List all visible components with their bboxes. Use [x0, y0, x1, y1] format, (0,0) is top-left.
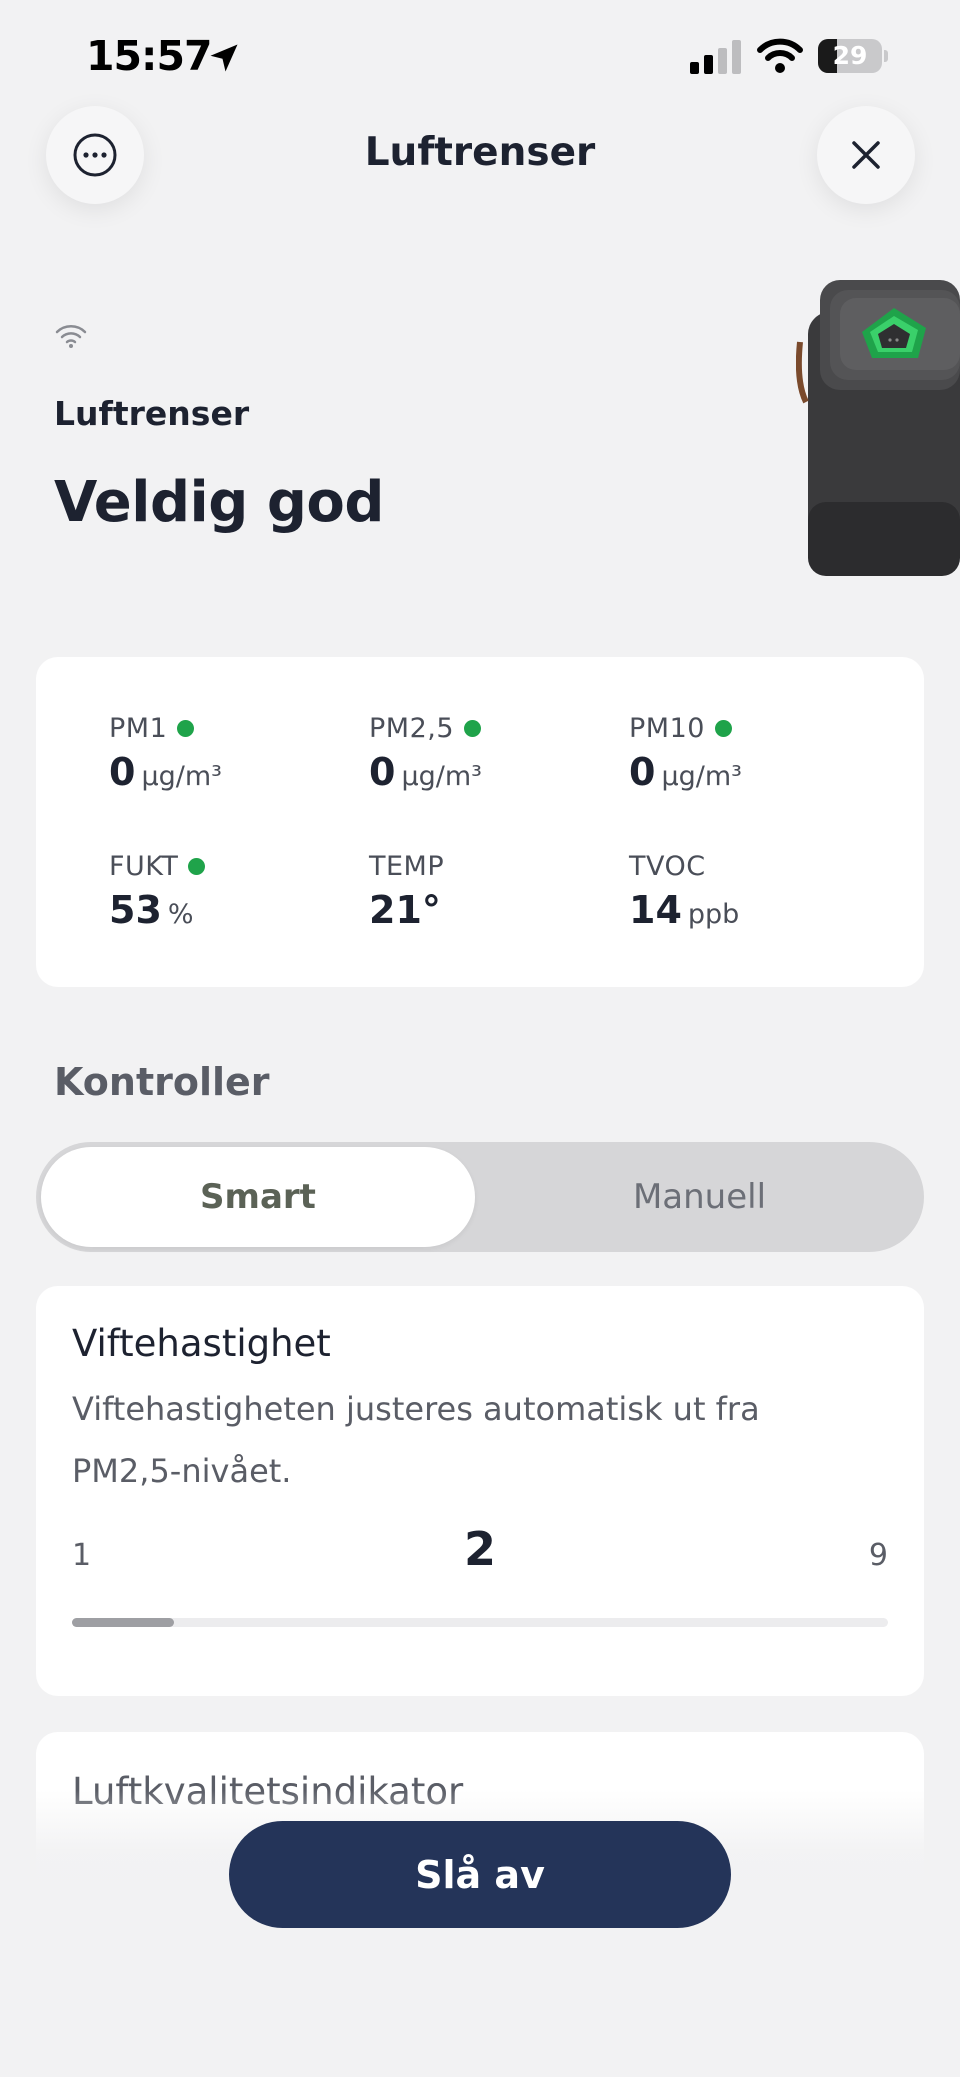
fan-speed-card: Viftehastighet Viftehastigheten justeres…: [36, 1286, 924, 1696]
metric-number: 14: [629, 888, 682, 932]
metric-number: 0: [109, 750, 136, 794]
status-dot: [464, 720, 482, 737]
metric-value: 0 μg/m³: [369, 750, 482, 794]
metric-label: PM1: [109, 713, 222, 744]
cellular-signal-icon: [690, 40, 741, 74]
location-arrow-icon: [210, 44, 238, 72]
device-name: Luftrenser: [54, 394, 250, 433]
status-bar: 15:57 29: [0, 0, 960, 110]
air-quality-status: Veldig god: [54, 470, 384, 535]
turn-off-button[interactable]: Slå av: [229, 1821, 731, 1928]
metric-value: 21°: [369, 888, 444, 932]
metric-value: 14 ppb: [629, 888, 739, 932]
metric-label-text: TVOC: [629, 851, 706, 882]
fan-speed-max: 9: [868, 1538, 888, 1573]
fan-speed-slider[interactable]: [72, 1618, 888, 1627]
metric-value: 53%: [109, 888, 205, 932]
fan-speed-slider-fill: [72, 1618, 174, 1627]
metric-label: TVOC: [629, 851, 739, 882]
status-dot: [177, 720, 195, 737]
status-time: 15:57: [86, 32, 213, 80]
battery-tip: [884, 50, 888, 62]
metric-label: TEMP: [369, 851, 444, 882]
mode-smart-tab[interactable]: Smart: [41, 1147, 475, 1247]
controls-heading: Kontroller: [54, 1060, 270, 1104]
mode-segmented-control: Smart Manuell: [36, 1142, 924, 1252]
battery-percent: 29: [832, 41, 868, 70]
metric-label-text: FUKT: [109, 851, 179, 882]
metric-value: 0 μg/m³: [629, 750, 742, 794]
metric-label-text: PM10: [629, 713, 705, 744]
metric-value: 0 μg/m³: [109, 750, 222, 794]
close-icon: [852, 141, 880, 169]
fan-speed-value: 2: [463, 1522, 496, 1576]
fan-speed-description: Viftehastigheten justeres automatisk ut …: [72, 1390, 760, 1490]
page-title: Luftrenser: [364, 130, 596, 175]
metric-number: 0: [369, 750, 396, 794]
metric-number: 21°: [369, 888, 441, 932]
metric-label-text: TEMP: [369, 851, 445, 882]
air-purifier-image: [796, 280, 960, 576]
fan-speed-title: Viftehastighet: [72, 1322, 331, 1365]
status-dot: [188, 858, 206, 875]
status-dot: [714, 720, 732, 737]
connection-wifi-icon: [55, 325, 87, 348]
metric-unit: μg/m³: [661, 761, 742, 792]
battery-body: 29: [818, 39, 882, 73]
metric-number: 53: [109, 888, 162, 932]
metric-label: PM2,5: [369, 713, 482, 744]
metric-temperature: TEMP 21°: [369, 851, 444, 932]
metric-humidity: FUKT 53%: [109, 851, 206, 932]
metric-label-text: PM2,5: [369, 713, 455, 744]
metric-pm25: PM2,5 0 μg/m³: [369, 713, 482, 794]
close-button[interactable]: [817, 106, 915, 204]
battery-indicator: 29: [818, 39, 888, 73]
metric-number: 0: [629, 750, 656, 794]
metric-label: PM10: [629, 713, 742, 744]
metric-unit: %: [167, 899, 194, 930]
metric-unit: μg/m³: [141, 761, 222, 792]
metrics-card: PM1 0 μg/m³ PM2,5 0 μg/m³ PM10 0 μg/m³ FUKT…: [36, 657, 924, 987]
metric-pm10: PM10 0 μg/m³: [629, 713, 742, 794]
metric-tvoc: TVOC 14 ppb: [629, 851, 739, 932]
wifi-icon: [757, 38, 803, 73]
metric-label: FUKT: [109, 851, 206, 882]
metric-unit: ppb: [687, 899, 740, 930]
metric-unit: μg/m³: [401, 761, 482, 792]
metric-label-text: PM1: [109, 713, 168, 744]
mode-manual-tab[interactable]: Manuell: [480, 1147, 919, 1247]
metric-pm1: PM1 0 μg/m³: [109, 713, 222, 794]
